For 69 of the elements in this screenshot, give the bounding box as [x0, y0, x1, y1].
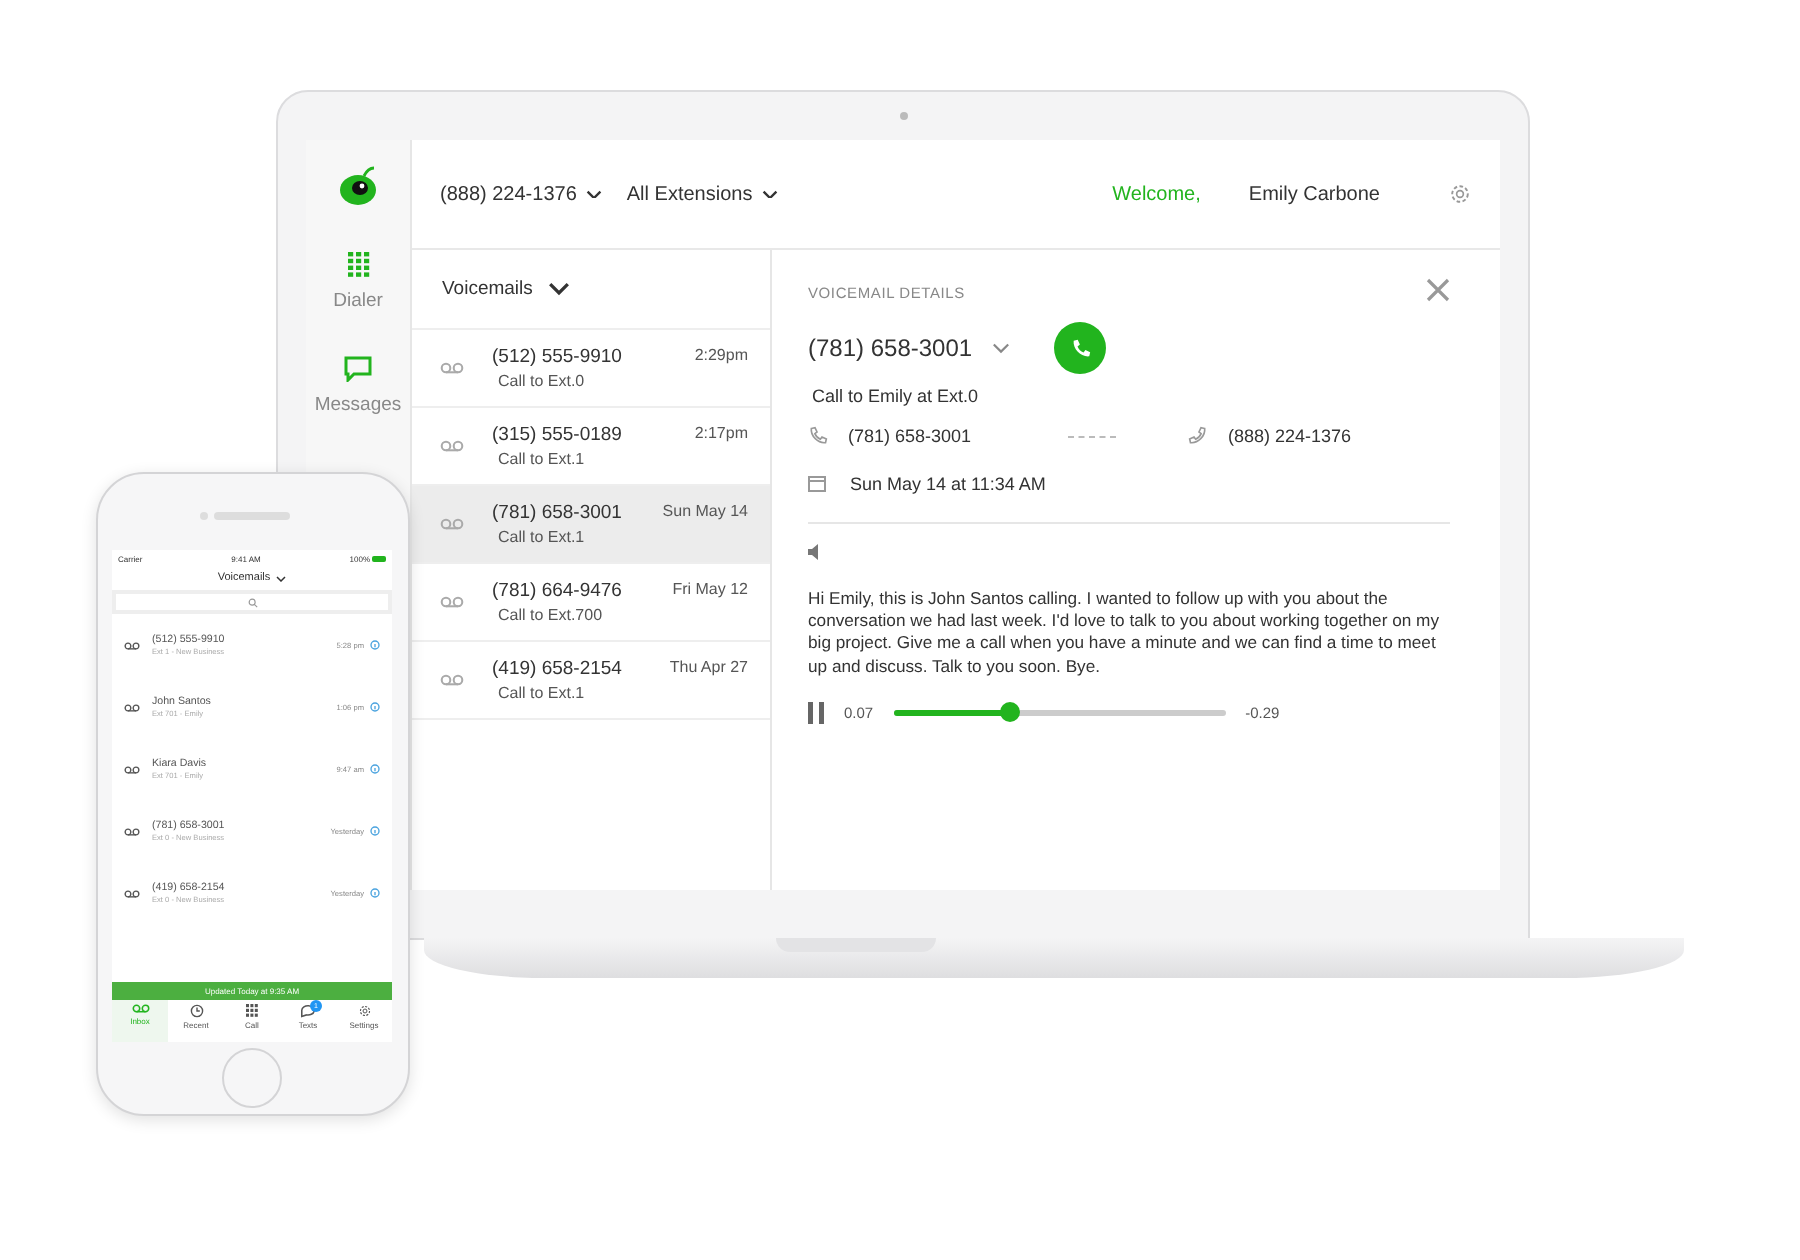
dialpad-icon: [347, 252, 369, 278]
voicemail-row[interactable]: (419) 658-2154 Call to Ext.1 Thu Apr 27: [412, 642, 770, 720]
voicemail-icon: [440, 674, 464, 686]
call-target: Call to Ext.700: [498, 606, 605, 624]
chevron-down-icon: [548, 282, 571, 296]
search-field[interactable]: [116, 594, 388, 610]
call-time: Sun May 14: [662, 502, 748, 520]
caller-number: (781) 664-9476: [492, 580, 624, 602]
voicemail-icon: [124, 827, 140, 835]
dialpad-icon: [246, 1004, 258, 1018]
incoming-call-icon: [808, 426, 828, 446]
voicemail-icon: [124, 765, 140, 773]
pause-icon[interactable]: [808, 701, 824, 724]
from-number: (781) 658-3001: [848, 426, 974, 446]
voicemail-icon: [440, 596, 464, 608]
voicemail-icon: [440, 518, 464, 530]
phone-icon: [1069, 337, 1092, 359]
message-icon: [344, 356, 372, 382]
info-icon[interactable]: [370, 702, 380, 712]
voicemail-row[interactable]: (512) 555-9910 Call to Ext.0 2:29pm: [412, 330, 770, 408]
slider-thumb[interactable]: [999, 702, 1020, 723]
logo-icon: [336, 164, 380, 208]
voicemail-row[interactable]: (781) 658-3001 Call to Ext.1 Sun May 14: [412, 486, 770, 564]
chevron-down-icon: [586, 189, 603, 199]
battery-icon: [372, 556, 386, 562]
info-icon[interactable]: [370, 888, 380, 898]
voicemail-icon: [124, 889, 140, 897]
voicemail-icon: [131, 1004, 149, 1013]
info-icon[interactable]: [370, 826, 380, 836]
clock-icon: [189, 1004, 203, 1018]
outgoing-call-icon: [1188, 426, 1208, 446]
extensions-dropdown[interactable]: All Extensions: [626, 183, 779, 205]
call-target: Call to Ext.0: [498, 372, 587, 390]
user-name: Emily Carbone: [1248, 183, 1380, 205]
caller-number: (315) 555-0189: [492, 424, 624, 446]
info-icon[interactable]: [370, 764, 380, 774]
settings-icon[interactable]: [357, 1004, 371, 1018]
chat-icon: [300, 1004, 316, 1018]
voicemail-icon: [124, 641, 140, 649]
calendar-icon: [808, 476, 826, 492]
info-icon[interactable]: [370, 640, 380, 650]
settings-icon[interactable]: [1448, 182, 1472, 206]
call-time: 2:29pm: [694, 346, 748, 364]
voicemail-transcript: Hi Emily, this is John Santos calling. I wanted to follow up with you about the conversation we had last week. I'd love to talk to you about working together on my big project. Give me a call when you have a minute and we can find a time to meet up and discuss. Talk to you soon. Bye.: [808, 588, 1441, 678]
caller-number: (781) 658-3001: [492, 502, 624, 524]
voicemail-icon: [440, 362, 464, 374]
welcome-text: Welcome,: [1112, 183, 1201, 205]
chevron-down-icon: [762, 189, 779, 199]
voicemail-icon: [440, 440, 464, 452]
call-time: 2:17pm: [694, 424, 748, 442]
number-dropdown[interactable]: (888) 224-1376: [440, 183, 603, 205]
call-button[interactable]: [1054, 322, 1107, 374]
caller-number: (419) 658-2154: [492, 658, 624, 680]
call-time: Fri May 12: [672, 580, 748, 598]
caller-number: (512) 555-9910: [492, 346, 624, 368]
to-number: (888) 224-1376: [1228, 426, 1354, 446]
call-target: Call to Ext.1: [498, 684, 587, 702]
caller-number: (781) 658-3001: [808, 334, 973, 362]
chevron-down-icon: [276, 575, 287, 581]
speaker-icon: [808, 544, 824, 560]
search-icon: [247, 597, 257, 607]
call-target: Call to Ext.1: [498, 450, 587, 468]
voicemail-row[interactable]: (781) 664-9476 Call to Ext.700 Fri May 12: [412, 564, 770, 642]
call-date: Sun May 14 at 11:34 AM: [850, 474, 1046, 494]
voicemails-dropdown[interactable]: Voicemails: [412, 250, 770, 330]
call-target: Call to Ext.1: [498, 528, 587, 546]
call-target: Call to Emily at Ext.0: [812, 386, 981, 406]
call-time: Thu Apr 27: [669, 658, 748, 676]
voicemail-icon: [124, 703, 140, 711]
